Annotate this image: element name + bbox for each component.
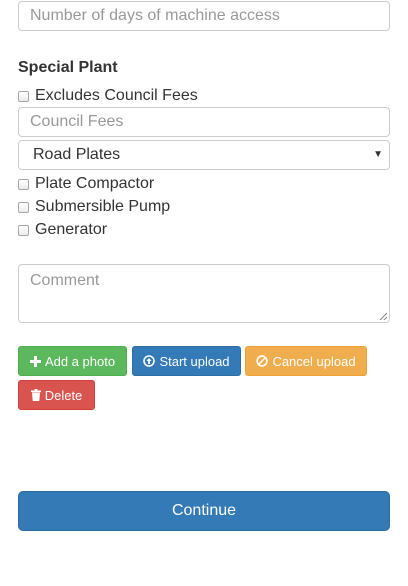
- generator-option[interactable]: Generator: [18, 220, 107, 240]
- plate-compactor-checkbox[interactable]: [18, 178, 29, 190]
- council-fees-placeholder: Council Fees: [30, 113, 124, 130]
- dropdown-arrow-icon: ▼: [373, 149, 383, 160]
- plate-compactor-label: Plate Compactor: [35, 175, 155, 192]
- excludes-council-fees-option[interactable]: Excludes Council Fees: [18, 86, 198, 106]
- submersible-pump-checkbox[interactable]: [18, 201, 29, 213]
- excludes-council-fees-checkbox[interactable]: [18, 90, 29, 102]
- days-of-machine-access-placeholder: Number of days of machine access: [30, 7, 280, 24]
- delete-button[interactable]: Delete: [18, 380, 95, 410]
- excludes-council-fees-label: Excludes Council Fees: [35, 87, 198, 104]
- plus-icon: [29, 355, 41, 367]
- submersible-pump-label: Submersible Pump: [35, 198, 171, 215]
- plate-type-selected-value: Road Plates: [33, 146, 121, 163]
- comment-textarea[interactable]: Comment: [18, 264, 390, 323]
- start-upload-label: Start upload: [159, 353, 230, 369]
- ban-icon: [256, 355, 269, 367]
- add-photo-button[interactable]: Add a photo: [18, 346, 127, 376]
- generator-checkbox[interactable]: [18, 224, 29, 236]
- trash-icon: [30, 389, 41, 401]
- plate-type-select[interactable]: Road Plates ▼: [18, 140, 390, 170]
- days-of-machine-access-input[interactable]: Number of days of machine access: [18, 1, 390, 31]
- upload-circle-icon: [143, 355, 156, 367]
- generator-label: Generator: [35, 221, 108, 238]
- cancel-upload-button[interactable]: Cancel upload: [245, 346, 367, 376]
- special-plant-heading: Special Plant: [18, 59, 118, 76]
- submersible-pump-option[interactable]: Submersible Pump: [18, 197, 170, 217]
- start-upload-button[interactable]: Start upload: [132, 346, 241, 376]
- comment-placeholder: Comment: [30, 272, 100, 289]
- add-photo-label: Add a photo: [44, 353, 116, 369]
- cancel-upload-label: Cancel upload: [272, 353, 356, 369]
- plate-compactor-option[interactable]: Plate Compactor: [18, 174, 154, 194]
- delete-label: Delete: [44, 387, 83, 403]
- continue-button[interactable]: Continue: [18, 491, 390, 531]
- resize-grip-icon[interactable]: [379, 312, 387, 320]
- council-fees-input[interactable]: Council Fees: [18, 107, 390, 137]
